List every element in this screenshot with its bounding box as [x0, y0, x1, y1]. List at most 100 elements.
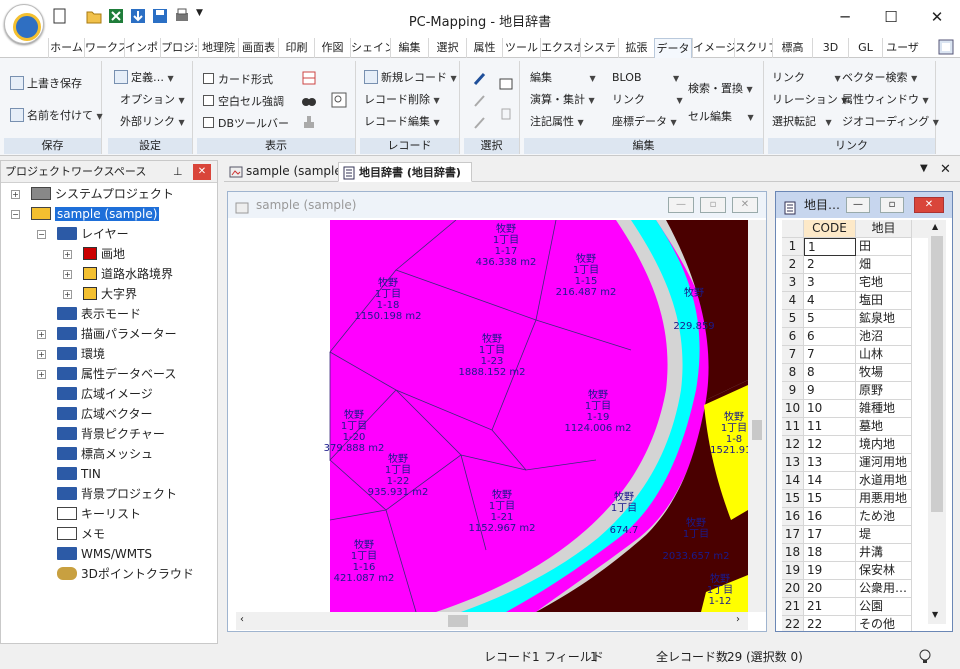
grid-close-button[interactable]: ✕ — [914, 197, 944, 213]
row-header-cell[interactable]: 16 — [782, 508, 804, 526]
row-header-cell[interactable]: 20 — [782, 580, 804, 598]
ribbon-options-icon[interactable] — [938, 39, 954, 55]
row-header-cell[interactable]: 1 — [782, 238, 804, 256]
vector-search-button[interactable]: ベクター検索 ▼ — [842, 68, 917, 88]
tree-node[interactable]: 大字界 — [83, 285, 137, 303]
chimoku-cell[interactable]: 水道用地 — [856, 472, 912, 490]
edit-record-button[interactable]: レコード編集 ▼ — [364, 112, 440, 132]
select-eraser-icon[interactable] — [472, 115, 488, 131]
ribbon-tab[interactable]: スクリプ — [734, 38, 772, 58]
code-cell[interactable]: 11 — [804, 418, 856, 436]
tree-node[interactable]: sample (sample) — [31, 205, 160, 223]
row-header-cell[interactable]: 4 — [782, 292, 804, 310]
db-toolbar-checkbox[interactable]: DBツールバー — [203, 114, 289, 134]
code-cell[interactable]: 9 — [804, 382, 856, 400]
row-header-cell[interactable]: 8 — [782, 364, 804, 382]
map-hscrollbar[interactable]: ‹ › — [236, 612, 748, 630]
code-cell[interactable]: 13 — [804, 454, 856, 472]
chimoku-cell[interactable]: 田 — [856, 238, 912, 256]
table-row[interactable]: 5 5 鉱泉地 — [782, 310, 934, 328]
tree-node[interactable]: 道路水路境界 — [83, 265, 173, 283]
row-header-cell[interactable]: 18 — [782, 544, 804, 562]
stamp-icon[interactable] — [301, 114, 317, 130]
code-cell[interactable]: 20 — [804, 580, 856, 598]
map-vscrollbar[interactable] — [748, 220, 766, 612]
select-pen-icon[interactable] — [472, 71, 488, 87]
select-transfer-button[interactable]: 選択転記 ▼ — [772, 112, 832, 132]
tree-expander-icon[interactable]: + — [11, 190, 20, 199]
code-cell[interactable]: 18 — [804, 544, 856, 562]
maximize-button[interactable]: ☐ — [868, 4, 914, 30]
minimize-button[interactable]: ─ — [822, 4, 868, 30]
table-row[interactable]: 20 20 公衆用… — [782, 580, 934, 598]
ribbon-tab[interactable]: 選択 — [428, 38, 466, 58]
row-header-cell[interactable]: 10 — [782, 400, 804, 418]
coord-data-button[interactable]: 座標データ ▼ — [612, 112, 677, 132]
tree-node[interactable]: キーリスト — [57, 505, 141, 523]
chimoku-cell[interactable]: 墓地 — [856, 418, 912, 436]
corner-cell[interactable] — [782, 220, 804, 238]
geocoding-button[interactable]: ジオコーディング ▼ — [842, 112, 939, 132]
row-header-cell[interactable]: 21 — [782, 598, 804, 616]
row-header-cell[interactable]: 14 — [782, 472, 804, 490]
lightbulb-icon[interactable] — [918, 649, 932, 665]
select-table-icon[interactable] — [498, 75, 514, 91]
ribbon-tab[interactable]: ツール — [502, 38, 540, 58]
tree-expander-icon[interactable]: + — [63, 270, 72, 279]
code-cell[interactable]: 8 — [804, 364, 856, 382]
ribbon-tab[interactable]: 拡張 — [618, 38, 654, 58]
tree-node[interactable]: 背景プロジェクト — [57, 485, 177, 503]
chimoku-cell[interactable]: 池沼 — [856, 328, 912, 346]
table-row[interactable]: 15 15 用悪用地 — [782, 490, 934, 508]
new-record-button[interactable]: 新規レコード ▼ — [364, 68, 457, 88]
cell-edit-button[interactable]: セル編集 ▼ — [688, 107, 754, 127]
tree-node[interactable]: 広域ベクター — [57, 405, 153, 423]
select-brush-icon[interactable] — [472, 93, 488, 109]
ribbon-tab[interactable]: イメージ — [692, 38, 734, 58]
scroll-left-icon[interactable]: ‹ — [240, 614, 244, 625]
table-row[interactable]: 22 22 その他 — [782, 616, 934, 631]
tree-expander-icon[interactable]: + — [37, 370, 46, 379]
chimoku-cell[interactable]: 用悪用地 — [856, 490, 912, 508]
tree-node[interactable]: レイヤー — [57, 225, 129, 243]
grid-minimize-button[interactable]: — — [846, 197, 870, 213]
scroll-up-icon[interactable]: ▲ — [932, 222, 938, 231]
ribbon-tab[interactable]: インポ・ — [124, 38, 160, 58]
code-cell[interactable]: 15 — [804, 490, 856, 508]
ribbon-tab[interactable]: ワークス — [84, 38, 124, 58]
chimoku-cell[interactable]: 公衆用… — [856, 580, 912, 598]
table-row[interactable]: 7 7 山林 — [782, 346, 934, 364]
ribbon-tab[interactable]: プロジ: — [160, 38, 198, 58]
ribbon-tab[interactable]: 作図 — [314, 38, 350, 58]
ribbon-tab[interactable]: データ — [654, 38, 692, 58]
code-cell[interactable]: 17 — [804, 526, 856, 544]
table-row[interactable]: 19 19 保安林 — [782, 562, 934, 580]
code-cell[interactable]: 4 — [804, 292, 856, 310]
code-cell[interactable]: 10 — [804, 400, 856, 418]
zoom-view-icon[interactable] — [331, 92, 347, 108]
chimoku-cell[interactable]: その他 — [856, 616, 912, 631]
code-cell[interactable]: 12 — [804, 436, 856, 454]
ribbon-tab[interactable]: 地理院 — [198, 38, 238, 58]
code-cell[interactable]: 21 — [804, 598, 856, 616]
save-as-button[interactable]: 名前を付けて ▼ — [10, 106, 103, 126]
select-trash-icon[interactable] — [498, 105, 514, 121]
tree-node[interactable]: 表示モード — [57, 305, 141, 323]
tree-node[interactable]: 環境 — [57, 345, 105, 363]
table-row[interactable]: 11田 — [782, 238, 934, 256]
panel-close-icon[interactable]: ✕ — [193, 164, 211, 180]
tree-node[interactable]: 広域イメージ — [57, 385, 153, 403]
overwrite-save-button[interactable]: 上書き保存 — [10, 74, 82, 94]
row-header-cell[interactable]: 19 — [782, 562, 804, 580]
row-header-cell[interactable]: 9 — [782, 382, 804, 400]
doc-tab-chimoku[interactable]: 地目辞書 (地目辞書) — [338, 162, 472, 182]
table-row[interactable]: 12 12 境内地 — [782, 436, 934, 454]
row-header-cell[interactable]: 13 — [782, 454, 804, 472]
tree-expander-icon[interactable]: + — [63, 250, 72, 259]
row-header-cell[interactable]: 7 — [782, 346, 804, 364]
chimoku-cell[interactable]: 鉱泉地 — [856, 310, 912, 328]
table-row[interactable]: 11 11 墓地 — [782, 418, 934, 436]
tabs-close-icon[interactable]: ✕ — [940, 162, 951, 177]
code-cell[interactable]: 6 — [804, 328, 856, 346]
chimoku-cell[interactable]: 井溝 — [856, 544, 912, 562]
